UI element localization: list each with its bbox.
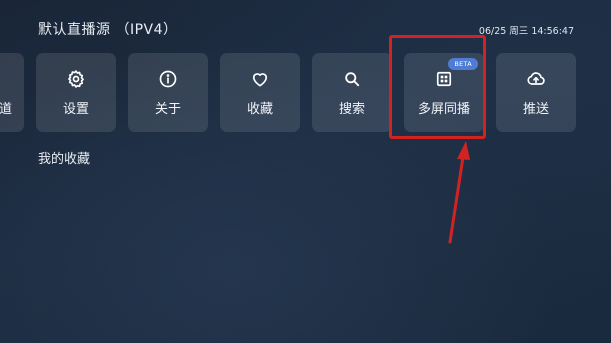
menu-tile-label: 设置: [62, 102, 89, 117]
menu-tile-label: 道: [0, 102, 12, 117]
cloud-upload-icon: [526, 69, 546, 89]
menu-tile-about[interactable]: 关于: [128, 53, 208, 132]
annotation-arrow: [448, 141, 470, 244]
header-title: 默认直播源 （IPV4）: [38, 22, 178, 38]
menu-tile-favorites[interactable]: 收藏: [220, 53, 300, 132]
status-bar-datetime: 06/25 周三 14:56:47: [478, 26, 574, 37]
menu-tile-label: 关于: [154, 102, 181, 117]
menu-tile-label: 推送: [522, 102, 549, 117]
highlight-annotation-box: [389, 35, 486, 139]
info-icon: [158, 69, 178, 89]
gear-icon: [66, 69, 86, 89]
menu-tile-search[interactable]: 搜索: [312, 53, 392, 132]
menu-tile-channels[interactable]: 道: [0, 53, 24, 132]
menu-tile-push[interactable]: 推送: [496, 53, 576, 132]
menu-tile-label: 搜索: [338, 102, 365, 117]
menu-tile-settings[interactable]: 设置: [36, 53, 116, 132]
heart-icon: [250, 69, 270, 89]
menu-tile-label: 收藏: [246, 102, 273, 117]
favorites-section-title: 我的收藏: [38, 152, 91, 167]
search-icon: [342, 69, 362, 89]
